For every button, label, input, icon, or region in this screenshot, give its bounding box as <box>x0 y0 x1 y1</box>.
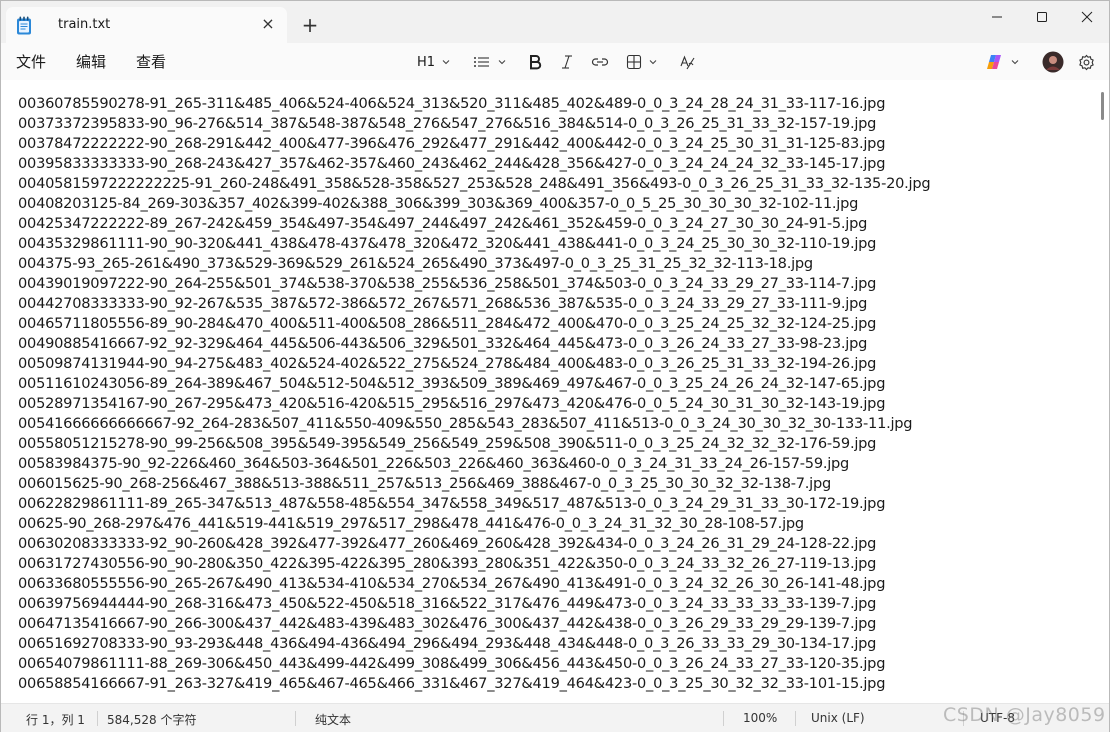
status-divider <box>723 711 724 726</box>
vertical-scrollbar[interactable] <box>1101 92 1104 120</box>
status-divider <box>97 711 98 726</box>
text-line: 00435329861111-90_90-320&441_438&478-437… <box>18 235 877 252</box>
notepad-icon <box>16 16 32 35</box>
chevron-down-icon <box>498 60 506 65</box>
table-dropdown[interactable] <box>626 51 658 73</box>
settings-icon <box>1079 54 1094 70</box>
text-line: 00583984375-90_92-226&460_364&503-364&50… <box>18 455 850 472</box>
text-line: 00490885416667-92_92-329&464_445&506-443… <box>18 335 868 352</box>
menu-file[interactable]: 文件 <box>16 51 46 72</box>
text-line: 0040581597222222225-91_260-248&491_358&5… <box>18 175 931 192</box>
text-line: 004375-93_265-261&490_373&529-369&529_26… <box>18 255 813 272</box>
list-icon <box>474 57 489 67</box>
text-line: 00633680555556-90_265-267&490_413&534-41… <box>18 575 886 592</box>
text-editor[interactable]: 00360785590278-91_265-311&485_406&524-40… <box>1 80 1109 703</box>
text-line: 00631727430556-90_90-280&350_422&395-422… <box>18 555 877 572</box>
line-ending[interactable]: Unix (LF) <box>811 711 865 725</box>
text-line: 00651692708333-90_93-293&448_436&494-436… <box>18 635 877 652</box>
maximize-button[interactable] <box>1019 1 1065 33</box>
minimize-icon <box>992 16 1002 18</box>
text-line: 006015625-90_268-256&467_388&513-388&511… <box>18 475 832 492</box>
tab-close-button[interactable]: × <box>257 13 279 35</box>
text-line: 00639756944444-90_268-316&473_450&522-45… <box>18 595 877 612</box>
minimize-button[interactable] <box>974 1 1020 33</box>
editor-lines: 00360785590278-91_265-311&485_406&524-40… <box>18 94 1098 694</box>
chevron-down-icon <box>442 60 450 65</box>
list-dropdown[interactable] <box>473 51 507 73</box>
menu-edit[interactable]: 编辑 <box>76 51 106 72</box>
text-line: 00630208333333-92_90-260&428_392&477-392… <box>18 535 877 552</box>
link-icon <box>591 58 609 66</box>
character-count: 584,528 个字符 <box>107 713 197 727</box>
italic-icon <box>562 55 572 69</box>
menu-bar: 文件 编辑 查看 H1 <box>1 43 1109 80</box>
bold-icon <box>530 55 542 70</box>
text-line: 00558051215278-90_99-256&508_395&549-395… <box>18 435 877 452</box>
text-line: 00541666666666667-92_264-283&507_411&550… <box>18 415 913 432</box>
text-line: 00360785590278-91_265-311&485_406&524-40… <box>18 95 886 112</box>
text-line: 00439019097222-90_264-255&501_374&538-37… <box>18 275 877 292</box>
clear-format-button[interactable] <box>679 51 696 73</box>
text-line: 00442708333333-90_92-267&535_387&572-386… <box>18 295 868 312</box>
account-avatar-icon <box>1042 51 1064 73</box>
link-button[interactable] <box>591 51 609 73</box>
heading-dropdown[interactable]: H1 <box>417 51 451 73</box>
settings-button[interactable] <box>1078 51 1095 73</box>
copilot-icon <box>987 55 1001 69</box>
copilot-dropdown[interactable] <box>986 51 1020 73</box>
italic-button[interactable] <box>560 51 574 73</box>
text-line: 00395833333333-90_268-243&427_357&462-35… <box>18 155 886 172</box>
text-line: 00647135416667-90_266-300&437_442&483-43… <box>18 615 877 632</box>
avatar[interactable] <box>1042 49 1064 75</box>
new-tab-button[interactable]: + <box>298 14 322 38</box>
cursor-position[interactable]: 行 1，列 1 <box>26 711 85 728</box>
zoom-level[interactable]: 100% <box>743 711 777 725</box>
title-bar: train.txt × + <box>1 1 1109 43</box>
text-line: 00373372395833-90_96-276&514_387&548-387… <box>18 115 877 132</box>
close-icon <box>1081 11 1093 23</box>
text-line: 00425347222222-89_267-242&459_354&497-35… <box>18 215 868 232</box>
text-line: 00528971354167-90_267-295&473_420&516-42… <box>18 395 886 412</box>
text-format[interactable]: 纯文本 <box>315 711 351 728</box>
text-line: 00658854166667-91_263-327&419_465&467-46… <box>18 675 886 692</box>
text-line: 00465711805556-89_90-284&470_400&511-400… <box>18 315 877 332</box>
text-line: 00511610243056-89_264-389&467_504&512-50… <box>18 375 886 392</box>
chevron-down-icon <box>649 60 657 65</box>
chevron-down-icon <box>1011 60 1019 65</box>
text-line: 00378472222222-90_268-291&442_400&477-39… <box>18 135 886 152</box>
status-divider <box>795 711 796 726</box>
tab-train-txt[interactable]: train.txt × <box>6 7 287 43</box>
heading-label: H1 <box>417 54 436 70</box>
maximize-icon <box>1037 12 1047 22</box>
tab-title: train.txt <box>58 17 111 32</box>
text-line: 00625-90_268-297&476_441&519-441&519_297… <box>18 515 804 532</box>
notepad-window: train.txt × + 文件 编辑 查看 H1 00360785590278… <box>0 0 1110 732</box>
text-line: 00509874131944-90_94-275&483_402&524-402… <box>18 355 877 372</box>
clear-format-icon <box>680 54 695 69</box>
table-icon <box>626 54 642 70</box>
bold-button[interactable] <box>528 51 542 73</box>
status-bar: 行 1，列 1 584,528 个字符 纯文本 100% Unix (LF) U… <box>1 703 1109 732</box>
watermark: CSDN @Jay8059 <box>943 704 1106 726</box>
text-line: 00408203125-84_269-303&357_402&399-402&3… <box>18 195 859 212</box>
text-line: 00654079861111-88_269-306&450_443&499-44… <box>18 655 886 672</box>
menu-view[interactable]: 查看 <box>136 51 166 72</box>
text-line: 00622829861111-89_265-347&513_487&558-48… <box>18 495 886 512</box>
status-divider <box>295 711 296 726</box>
close-window-button[interactable] <box>1064 1 1110 33</box>
